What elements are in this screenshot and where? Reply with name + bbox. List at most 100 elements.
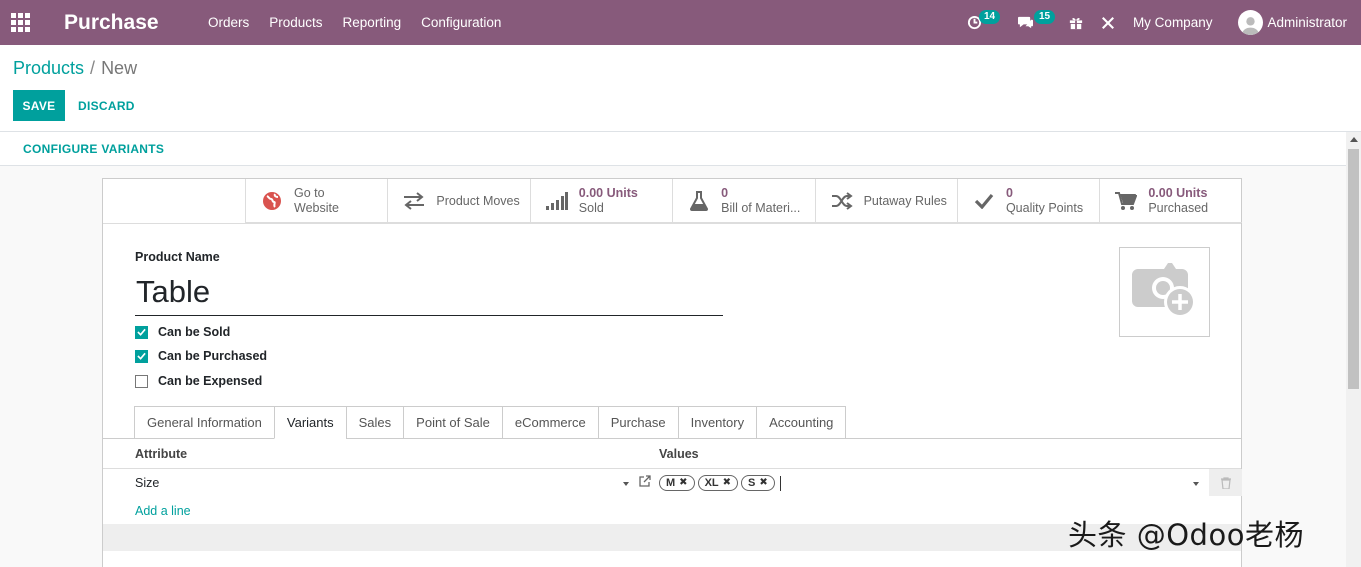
units-sold-value: 0.00 Units — [578, 185, 638, 200]
go-to-website-button[interactable]: Go to Website — [245, 179, 388, 223]
can-be-expensed-row[interactable]: Can be Expensed — [135, 374, 262, 388]
breadcrumb-separator: / — [90, 58, 96, 78]
column-header-attribute[interactable]: Attribute — [135, 447, 187, 461]
discard-button[interactable]: DISCARD — [78, 90, 135, 121]
value-tag-label: M — [666, 477, 676, 489]
can-be-purchased-row[interactable]: Can be Purchased — [135, 349, 267, 363]
menu-reporting[interactable]: Reporting — [333, 0, 412, 45]
units-purchased-label: Purchased — [1148, 200, 1209, 215]
tag-remove-icon[interactable]: ✖ — [759, 476, 767, 490]
user-name: Administrator — [1267, 15, 1347, 30]
form-sheet: Go to Website Product Moves 0.00 Units Sol… — [102, 178, 1242, 567]
avatar — [1238, 10, 1264, 35]
units-purchased-button[interactable]: 0.00 Units Purchased — [1099, 179, 1242, 223]
can-be-purchased-checkbox[interactable] — [135, 349, 148, 363]
product-moves-button[interactable]: Product Moves — [387, 179, 530, 223]
can-be-sold-row[interactable]: Can be Sold — [135, 325, 230, 339]
quality-points-count: 0 — [1005, 185, 1013, 200]
comments-icon — [1017, 16, 1033, 29]
systray: 14 15 My Company Administrator — [957, 0, 1361, 45]
value-tag-label: XL — [704, 477, 719, 489]
value-tag[interactable]: XL ✖ — [697, 475, 739, 491]
company-switcher[interactable]: My Company — [1133, 0, 1213, 45]
can-be-expensed-checkbox[interactable] — [135, 374, 148, 388]
putaway-rules-button[interactable]: Putaway Rules — [814, 179, 957, 223]
exchange-arrows-icon — [402, 189, 426, 213]
save-button[interactable]: SAVE — [13, 90, 65, 121]
configure-variants-button[interactable]: CONFIGURE VARIANTS — [23, 142, 164, 156]
breadcrumb-products[interactable]: Products — [13, 58, 84, 78]
cart-icon — [1114, 189, 1138, 213]
activity-badge: 14 — [978, 10, 1001, 24]
tab-general-information[interactable]: General Information — [134, 406, 274, 439]
messages-badge: 15 — [1033, 10, 1056, 24]
value-tag-label: S — [748, 477, 756, 489]
scroll-up-arrow[interactable] — [1350, 137, 1358, 142]
main-menu: Orders Products Reporting Configuration — [198, 0, 511, 45]
tab-ecommerce[interactable]: eCommerce — [501, 406, 598, 439]
quality-points-button[interactable]: 0 Quality Points — [956, 179, 1100, 223]
checkmark-icon — [137, 328, 146, 336]
scrollbar[interactable] — [1346, 132, 1361, 567]
can-be-sold-checkbox[interactable] — [135, 325, 148, 339]
menu-products[interactable]: Products — [259, 0, 332, 45]
product-name-label: Product Name — [135, 250, 220, 264]
tab-accounting[interactable]: Accounting — [756, 406, 847, 439]
units-sold-button[interactable]: 0.00 Units Sold — [529, 179, 673, 223]
app-title[interactable]: Purchase — [64, 11, 194, 35]
product-image-upload[interactable] — [1119, 247, 1210, 337]
value-tag[interactable]: M ✖ — [659, 475, 695, 491]
menu-orders[interactable]: Orders — [198, 0, 259, 45]
website-line2: Website — [294, 200, 339, 215]
smart-button-box: Go to Website Product Moves 0.00 Units Sol… — [245, 179, 1242, 223]
units-purchased-value: 0.00 Units — [1148, 185, 1208, 200]
signal-bars-icon — [545, 189, 569, 213]
value-tag[interactable]: S ✖ — [741, 475, 775, 491]
checkmark-icon — [137, 352, 146, 360]
external-link-icon[interactable] — [639, 475, 651, 487]
attribute-dropdown-caret-icon[interactable] — [623, 482, 629, 486]
shuffle-icon — [830, 189, 854, 213]
camera-plus-icon — [1131, 263, 1196, 318]
messaging-menu[interactable]: 15 — [1013, 0, 1069, 45]
tab-variants[interactable]: Variants — [273, 406, 346, 439]
product-name-input[interactable]: Table — [135, 272, 723, 316]
tab-inventory[interactable]: Inventory — [677, 406, 757, 439]
notebook-tabs: General Information Variants Sales Point… — [134, 406, 847, 439]
globe-icon — [260, 189, 284, 213]
tag-remove-icon[interactable]: ✖ — [679, 476, 687, 490]
form-header: CONFIGURE VARIANTS — [0, 132, 1346, 166]
attribute-field[interactable]: Size — [135, 476, 159, 490]
bill-of-materials-button[interactable]: 0 Bill of Materi... — [672, 179, 815, 223]
website-line1: Go to — [294, 185, 325, 200]
tab-sales[interactable]: Sales — [345, 406, 404, 439]
tab-point-of-sale[interactable]: Point of Sale — [403, 406, 502, 439]
quality-points-label: Quality Points — [1005, 200, 1084, 215]
delete-row-button[interactable] — [1209, 469, 1242, 496]
units-sold-label: Sold — [578, 200, 604, 215]
tag-remove-icon[interactable]: ✖ — [723, 476, 731, 490]
user-icon — [1242, 17, 1260, 35]
activity-menu[interactable]: 14 — [957, 0, 1013, 45]
top-navbar: Purchase Orders Products Reporting Confi… — [0, 0, 1361, 45]
bom-count: 0 — [721, 185, 729, 200]
apps-menu-icon[interactable] — [0, 0, 45, 45]
user-menu[interactable]: Administrator — [1238, 0, 1361, 45]
can-be-sold-label: Can be Sold — [158, 325, 231, 339]
gift-menu[interactable] — [1069, 0, 1101, 45]
menu-configuration[interactable]: Configuration — [411, 0, 511, 45]
add-a-line-link[interactable]: Add a line — [135, 504, 191, 518]
can-be-expensed-label: Can be Expensed — [158, 374, 263, 388]
debug-tools[interactable] — [1101, 0, 1133, 45]
watermark: 头条 @Odoo老杨 — [1068, 518, 1304, 552]
values-tags-field[interactable]: M ✖ XL ✖ S ✖ — [659, 475, 781, 491]
values-dropdown-caret-icon[interactable] — [1193, 482, 1199, 486]
tab-purchase[interactable]: Purchase — [597, 406, 678, 439]
check-icon — [972, 189, 996, 213]
text-cursor — [779, 475, 781, 491]
scroll-thumb[interactable] — [1348, 149, 1359, 389]
tools-icon — [1101, 16, 1114, 29]
flask-icon — [687, 189, 711, 213]
gift-icon — [1069, 17, 1083, 29]
column-header-values[interactable]: Values — [659, 447, 699, 461]
